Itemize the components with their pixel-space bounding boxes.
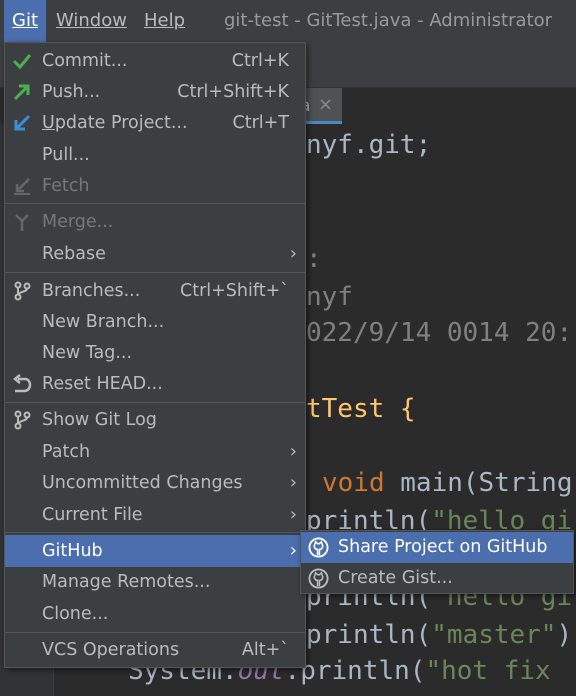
menu-bar: Git Window Help git-test - GitTest.java … <box>0 0 576 42</box>
branch-icon <box>14 281 31 301</box>
menu-separator <box>5 272 305 273</box>
menu-separator <box>5 632 305 633</box>
menu-separator <box>5 532 305 533</box>
menu-item-uncommitted-changes[interactable]: Uncommitted Changes › <box>5 467 305 499</box>
window-title: git-test - GitTest.java - Administrator <box>224 10 553 31</box>
menu-item-push[interactable]: Push... Ctrl+Shift+K <box>5 76 305 108</box>
submenu-arrow-icon: › <box>289 243 297 264</box>
submenu-arrow-icon: › <box>289 441 297 462</box>
reset-icon <box>12 374 32 393</box>
update-arrow-icon <box>14 114 31 131</box>
code-line-main: void main(String <box>322 468 573 498</box>
menu-item-reset-head[interactable]: Reset HEAD... <box>5 368 305 400</box>
menu-item-manage-remotes[interactable]: Manage Remotes... <box>5 566 305 598</box>
menu-git[interactable]: Git <box>4 0 47 42</box>
github-icon <box>308 568 329 589</box>
menu-item-branches[interactable]: Branches... Ctrl+Shift+` <box>5 275 305 307</box>
merge-icon <box>15 214 29 231</box>
menu-item-github[interactable]: GitHub › <box>5 535 305 567</box>
code-line-comment-1: : <box>306 244 322 274</box>
menu-item-fetch: Fetch <box>5 170 305 202</box>
fetch-icon <box>14 178 30 195</box>
menu-item-rebase[interactable]: Rebase › <box>5 238 305 270</box>
menu-item-create-gist[interactable]: Create Gist... <box>301 563 573 594</box>
menu-item-show-git-log[interactable]: Show Git Log <box>5 404 305 436</box>
git-log-icon <box>14 410 31 430</box>
menu-help[interactable]: Help <box>138 0 191 42</box>
menu-separator <box>5 402 305 403</box>
menu-item-vcs-operations[interactable]: VCS Operations Alt+` <box>5 634 305 666</box>
menu-item-merge: Merge... <box>5 206 305 238</box>
git-menu: Commit... Ctrl+K Push... Ctrl+Shift+K Up… <box>4 42 306 668</box>
push-arrow-icon <box>13 84 30 101</box>
menu-item-pull[interactable]: Pull... <box>5 139 305 171</box>
github-icon <box>308 537 329 558</box>
menu-item-current-file[interactable]: Current File › <box>5 499 305 531</box>
code-line-comment-2: nyf <box>306 282 353 312</box>
submenu-arrow-icon: › <box>289 540 297 561</box>
menu-separator <box>5 203 305 204</box>
menu-item-clone[interactable]: Clone... <box>5 598 305 630</box>
github-submenu: Share Project on GitHub Create Gist... <box>300 530 574 594</box>
tab-close-icon[interactable]: × <box>318 94 333 115</box>
submenu-arrow-icon: › <box>289 504 297 525</box>
code-line-class: tTest { <box>306 394 416 424</box>
menu-item-new-tag[interactable]: New Tag... <box>5 337 305 369</box>
menu-item-new-branch[interactable]: New Branch... <box>5 306 305 338</box>
menu-item-update-project[interactable]: Update Project... Ctrl+T <box>5 107 305 139</box>
code-line-print-3: println("master") <box>306 620 573 650</box>
menu-item-share-project-on-github[interactable]: Share Project on GitHub <box>301 532 573 563</box>
menu-item-commit[interactable]: Commit... Ctrl+K <box>5 45 305 77</box>
code-line-package: nyf.git; <box>306 130 432 160</box>
checkmark-icon <box>12 54 32 70</box>
code-line-comment-3: 022/9/14 0014 20: <box>306 318 573 348</box>
menu-item-patch[interactable]: Patch › <box>5 436 305 468</box>
submenu-arrow-icon: › <box>289 472 297 493</box>
menu-window[interactable]: Window <box>50 0 133 42</box>
